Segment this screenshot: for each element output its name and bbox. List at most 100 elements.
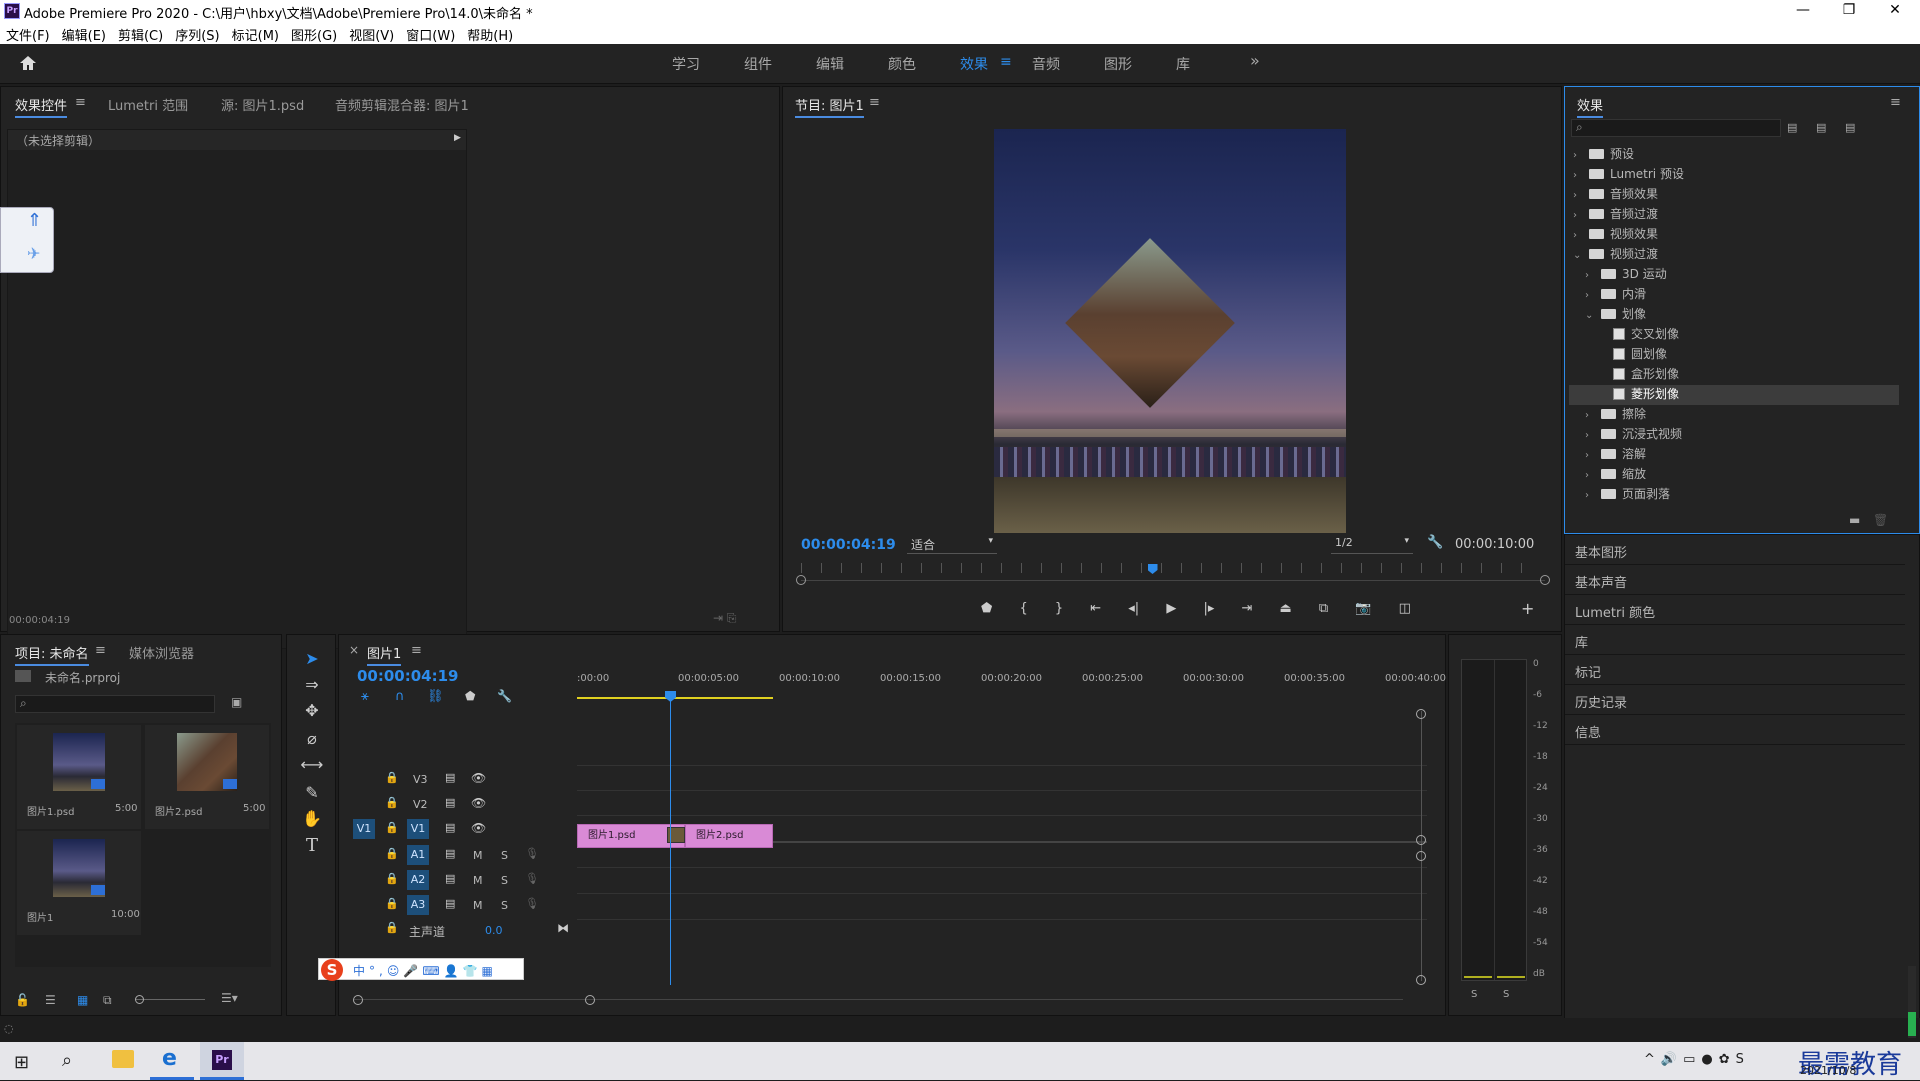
menu-help[interactable]: 帮助(H) <box>461 22 519 44</box>
microphone-icon[interactable]: 🎙 <box>525 847 539 860</box>
effects-folder[interactable]: › 预设 <box>1569 145 1899 165</box>
go-to-in-icon[interactable]: ⇤ <box>1090 601 1101 621</box>
effects-folder[interactable]: › 沉浸式视频 <box>1569 425 1899 445</box>
workspace-editing[interactable]: 编辑 <box>816 54 844 74</box>
eye-icon[interactable]: 👁 <box>471 821 486 835</box>
system-tray-icons[interactable]: ^🔊▭●✿S <box>1644 1052 1750 1067</box>
menu-edit[interactable]: 编辑(E) <box>56 22 112 44</box>
panel-markers[interactable]: 标记 <box>1565 655 1905 685</box>
program-ruler[interactable] <box>801 563 1541 573</box>
ime-keyboard-icon[interactable]: ⌨ <box>422 964 443 978</box>
tab-source[interactable]: 源: 图片1.psd <box>221 95 304 114</box>
workspace-audio[interactable]: 音频 <box>1032 54 1060 74</box>
scroll-handle[interactable] <box>1416 835 1426 845</box>
chevron-right-icon[interactable]: › <box>1573 210 1585 221</box>
chevron-down-icon[interactable]: ⌄ <box>1573 250 1585 261</box>
timeline-close-button[interactable]: × <box>349 643 359 657</box>
eye-icon[interactable]: 👁 <box>471 796 486 810</box>
add-marker-icon[interactable]: ⬟ <box>981 601 992 621</box>
zoom-slider-handle[interactable] <box>135 995 144 1004</box>
sync-lock-icon[interactable]: ▤ <box>445 872 455 885</box>
panel-lumetri-color[interactable]: Lumetri 颜色 <box>1565 595 1905 625</box>
chevron-right-icon[interactable]: › <box>1573 190 1585 201</box>
master-volume-value[interactable]: 0.0 <box>485 924 503 937</box>
effect-item[interactable]: 交叉划像 <box>1569 325 1899 345</box>
track-lock-icon[interactable]: 🔒 <box>385 847 399 860</box>
scroll-handle[interactable] <box>353 995 363 1005</box>
project-item[interactable]: 图片1 10:00 <box>17 831 141 935</box>
track-select-tool-icon[interactable]: ⇒ <box>299 675 325 701</box>
effect-item[interactable]: 盒形划像 <box>1569 365 1899 385</box>
camera-icon[interactable]: 📷 <box>1355 601 1371 621</box>
solo-left-button[interactable]: S <box>1471 989 1477 1000</box>
slip-tool-icon[interactable]: ⟷ <box>299 755 325 781</box>
timeline-settings-icon[interactable]: 🔧 <box>497 689 512 703</box>
close-button[interactable]: ✕ <box>1872 0 1918 22</box>
pen-tool-icon[interactable]: ✎ <box>299 783 325 809</box>
project-item[interactable]: 图片2.psd 5:00 <box>145 725 269 829</box>
project-search-input[interactable]: ⌕ <box>15 695 215 713</box>
effects-folder[interactable]: › 擦除 <box>1569 405 1899 425</box>
add-button-icon[interactable]: + <box>1521 599 1534 618</box>
mute-button[interactable]: M <box>473 874 483 887</box>
effects-folder[interactable]: › 视频效果 <box>1569 225 1899 245</box>
effects-folder[interactable]: › 音频效果 <box>1569 185 1899 205</box>
type-tool-icon[interactable]: T <box>299 835 325 861</box>
step-forward-icon[interactable]: |▸ <box>1203 601 1214 621</box>
panel-menu-icon[interactable]: ≡ <box>75 95 86 110</box>
insert-sequence-icon[interactable]: ⚹ <box>361 689 369 704</box>
chevron-right-icon[interactable]: › <box>1585 450 1597 461</box>
zoom-bar[interactable] <box>801 580 1545 581</box>
linked-selection-icon[interactable]: ⛓ <box>427 689 444 704</box>
track-lock-icon[interactable]: 🔒 <box>385 796 399 809</box>
eye-icon[interactable]: 👁 <box>471 771 486 785</box>
export-frame-icon[interactable]: ⇥ ⎘ <box>713 611 736 626</box>
source-patch-v1[interactable]: V1 <box>353 819 375 839</box>
wrench-icon[interactable]: 🔧 <box>1427 535 1443 550</box>
selection-tool-icon[interactable]: ➤ <box>299 649 325 675</box>
tab-effect-controls[interactable]: 效果控件 <box>15 95 68 118</box>
workspace-menu-icon[interactable]: ≡ <box>1000 54 1012 70</box>
effects-folder[interactable]: › Lumetri 预设 <box>1569 165 1899 185</box>
taskbar-premiere-item[interactable]: Pr <box>200 1042 244 1080</box>
solo-right-button[interactable]: S <box>1503 989 1509 1000</box>
track-lock-icon[interactable]: 🔒 <box>385 821 399 834</box>
ime-chinese-icon[interactable]: 中 <box>353 964 369 978</box>
comparison-view-icon[interactable]: ◫ <box>1399 601 1411 621</box>
workspace-learn[interactable]: 学习 <box>672 54 700 74</box>
effect-item[interactable]: 圆划像 <box>1569 345 1899 365</box>
chevron-right-icon[interactable]: › <box>1573 150 1585 161</box>
lift-icon[interactable]: ⏏ <box>1280 601 1292 621</box>
zoom-handle-right[interactable] <box>1540 575 1550 585</box>
scroll-handle[interactable] <box>585 995 595 1005</box>
fit-dropdown[interactable]: 适合 ▾ <box>907 536 997 554</box>
panel-essential-graphics[interactable]: 基本图形 <box>1565 535 1905 565</box>
scroll-handle[interactable] <box>1416 975 1426 985</box>
timeline-playhead-handle[interactable] <box>665 691 676 702</box>
zoom-slider[interactable] <box>135 999 205 1000</box>
master-expand-icon[interactable]: ⧓ <box>557 921 569 935</box>
effects-folder[interactable]: ⌄ 划像 <box>1569 305 1899 325</box>
timeline-ruler[interactable]: :00:00 00:00:05:00 00:00:10:00 00:00:15:00 0… <box>577 671 1446 695</box>
maximize-button[interactable]: ❐ <box>1826 0 1872 22</box>
tab-project[interactable]: 项目: 未命名 <box>15 643 89 666</box>
yuv-effects-icon[interactable]: ▤ <box>1845 121 1855 134</box>
mark-out-icon[interactable]: } <box>1055 601 1063 621</box>
track-label-a3[interactable]: A3 <box>407 895 429 915</box>
workspace-color[interactable]: 颜色 <box>888 54 916 74</box>
timeline-playhead-line[interactable] <box>670 693 671 985</box>
panel-info[interactable]: 信息 <box>1565 715 1905 745</box>
tab-audio-clip-mixer[interactable]: 音频剪辑混合器: 图片1 <box>335 95 469 114</box>
sort-icon[interactable]: ☰▾ <box>221 991 238 1005</box>
ime-user-icon[interactable]: 👤 <box>444 964 463 978</box>
tab-media-browser[interactable]: 媒体浏览器 <box>129 643 194 662</box>
hand-tool-icon[interactable]: ✋ <box>299 809 325 835</box>
program-menu-icon[interactable]: ≡ <box>869 95 880 110</box>
effects-folder[interactable]: › 内滑 <box>1569 285 1899 305</box>
track-lock-icon[interactable]: 🔒 <box>385 897 399 910</box>
workspace-more-button[interactable]: » <box>1250 51 1260 70</box>
menu-sequence[interactable]: 序列(S) <box>169 22 225 44</box>
home-icon[interactable] <box>18 54 38 72</box>
menu-view[interactable]: 视图(V) <box>343 22 400 44</box>
snap-icon[interactable]: ∩ <box>395 689 405 704</box>
